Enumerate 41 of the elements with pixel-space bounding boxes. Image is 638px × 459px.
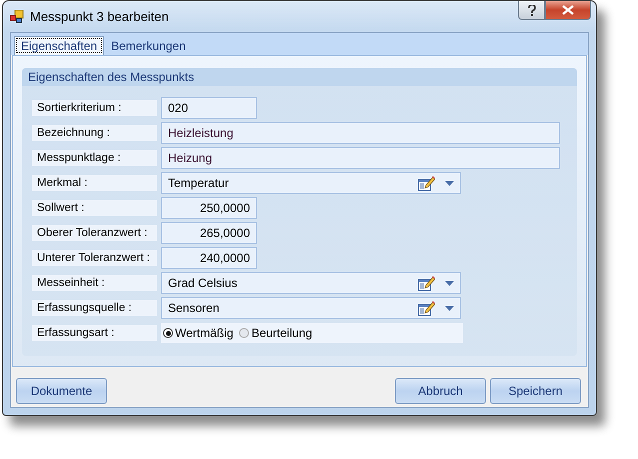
documents-button[interactable]: Dokumente <box>16 378 107 404</box>
window-title: Messpunkt 3 bearbeiten <box>30 9 170 24</box>
dropdown-field[interactable]: Grad Celsius <box>161 272 461 294</box>
app-icon <box>10 10 24 23</box>
radio-option[interactable]: Beurteilung <box>239 326 312 340</box>
field-label: Sortierkriterium : <box>32 100 157 116</box>
radio-icon[interactable] <box>163 328 173 338</box>
field-label: Messeinheit : <box>32 275 157 291</box>
number-field[interactable]: 250,0000 <box>161 197 257 219</box>
cancel-button[interactable]: Abbruch <box>395 378 486 404</box>
help-icon <box>528 4 536 16</box>
close-icon <box>562 5 574 15</box>
field-label: Sollwert : <box>32 200 157 216</box>
edit-list-icon[interactable] <box>418 176 435 190</box>
dropdown-field[interactable]: Temperatur <box>161 172 461 194</box>
tab[interactable]: Eigenschaften <box>14 36 104 55</box>
edit-list-icon[interactable] <box>418 300 435 316</box>
field-label: Oberer Toleranzwert : <box>32 225 157 241</box>
number-field[interactable]: 240,0000 <box>161 247 257 269</box>
field-label: Messpunktlage : <box>32 150 157 166</box>
group-title: Eigenschaften des Messpunkts <box>22 68 577 86</box>
dropdown-field[interactable]: Sensoren <box>161 297 461 319</box>
field-label: Unterer Toleranzwert : <box>32 250 157 266</box>
text-field[interactable]: Heizleistung <box>161 122 560 144</box>
field-label: Erfassungsquelle : <box>32 300 157 316</box>
text-field[interactable]: Heizung <box>161 147 560 169</box>
field-label: Bezeichnung : <box>32 125 157 141</box>
field-label: Merkmal : <box>32 175 157 191</box>
help-button[interactable] <box>518 1 545 20</box>
number-field[interactable]: 265,0000 <box>161 222 257 244</box>
radio-icon[interactable] <box>239 328 250 338</box>
tab[interactable]: Bemerkungen <box>104 36 193 55</box>
close-button[interactable] <box>545 1 591 20</box>
text-field[interactable]: 020 <box>161 97 257 119</box>
dropdown-arrow-icon[interactable] <box>445 306 454 310</box>
dropdown-arrow-icon[interactable] <box>445 280 454 286</box>
dropdown-arrow-icon[interactable] <box>445 180 454 186</box>
save-button[interactable]: Speichern <box>490 378 581 404</box>
field-label: Erfassungsart : <box>32 325 157 341</box>
radio-option[interactable]: Wertmäßig <box>163 326 234 340</box>
edit-list-icon[interactable] <box>418 276 435 290</box>
